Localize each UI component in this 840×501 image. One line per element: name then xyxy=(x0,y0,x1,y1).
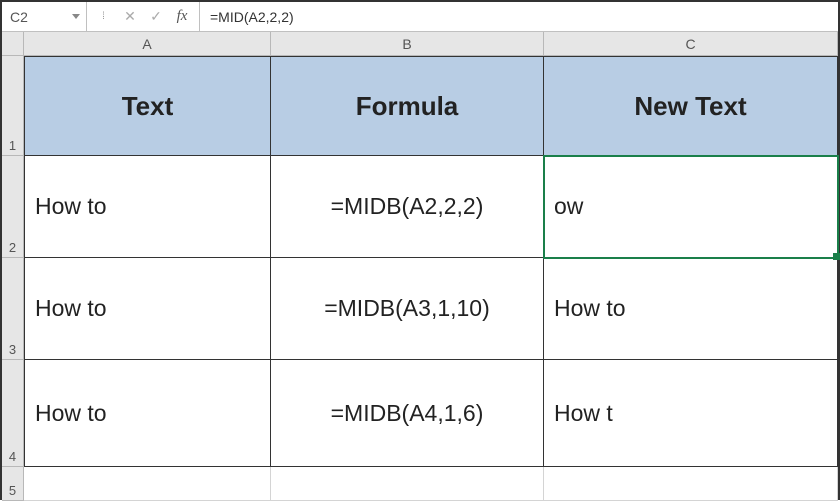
row-header-3[interactable]: 3 xyxy=(2,258,24,360)
row-header-2[interactable]: 2 xyxy=(2,156,24,258)
row-header-4[interactable]: 4 xyxy=(2,360,24,467)
cell-C4[interactable]: How t xyxy=(544,360,838,467)
cell-C2-value: ow xyxy=(554,193,583,220)
formula-controls: ⁞ ✕ ✓ fx xyxy=(87,2,200,31)
cell-A2[interactable]: How to xyxy=(24,156,271,258)
formula-bar: C2 ⁞ ✕ ✓ fx =MID(A2,2,2) xyxy=(2,2,838,32)
cell-B3[interactable]: =MIDB(A3,1,10) xyxy=(271,258,544,360)
expand-icon[interactable]: ⁞ xyxy=(91,2,117,31)
column-header-A[interactable]: A xyxy=(24,32,271,56)
row-header-5[interactable]: 5 xyxy=(2,467,24,501)
name-box-value: C2 xyxy=(10,9,28,25)
column-header-C[interactable]: C xyxy=(544,32,838,56)
formula-input[interactable]: =MID(A2,2,2) xyxy=(200,2,838,31)
enter-icon[interactable]: ✓ xyxy=(143,2,169,31)
row-header-1[interactable]: 1 xyxy=(2,56,24,156)
cell-C5[interactable] xyxy=(544,467,838,501)
fx-icon[interactable]: fx xyxy=(169,2,195,31)
cell-B5[interactable] xyxy=(271,467,544,501)
fill-handle[interactable] xyxy=(833,253,840,260)
spreadsheet-grid: A B C 1 Text Formula New Text 2 How to =… xyxy=(2,32,838,501)
cell-C1[interactable]: New Text xyxy=(544,56,838,156)
dropdown-icon[interactable] xyxy=(72,14,80,19)
cell-C2[interactable]: ow xyxy=(544,156,838,258)
cell-B1[interactable]: Formula xyxy=(271,56,544,156)
cell-A1[interactable]: Text xyxy=(24,56,271,156)
cell-A4[interactable]: How to xyxy=(24,360,271,467)
column-header-B[interactable]: B xyxy=(271,32,544,56)
name-box[interactable]: C2 xyxy=(2,2,87,31)
cell-A3[interactable]: How to xyxy=(24,258,271,360)
cancel-icon[interactable]: ✕ xyxy=(117,2,143,31)
select-all-corner[interactable] xyxy=(2,32,24,56)
cell-A5[interactable] xyxy=(24,467,271,501)
cell-B4[interactable]: =MIDB(A4,1,6) xyxy=(271,360,544,467)
cell-B2[interactable]: =MIDB(A2,2,2) xyxy=(271,156,544,258)
cell-C3[interactable]: How to xyxy=(544,258,838,360)
